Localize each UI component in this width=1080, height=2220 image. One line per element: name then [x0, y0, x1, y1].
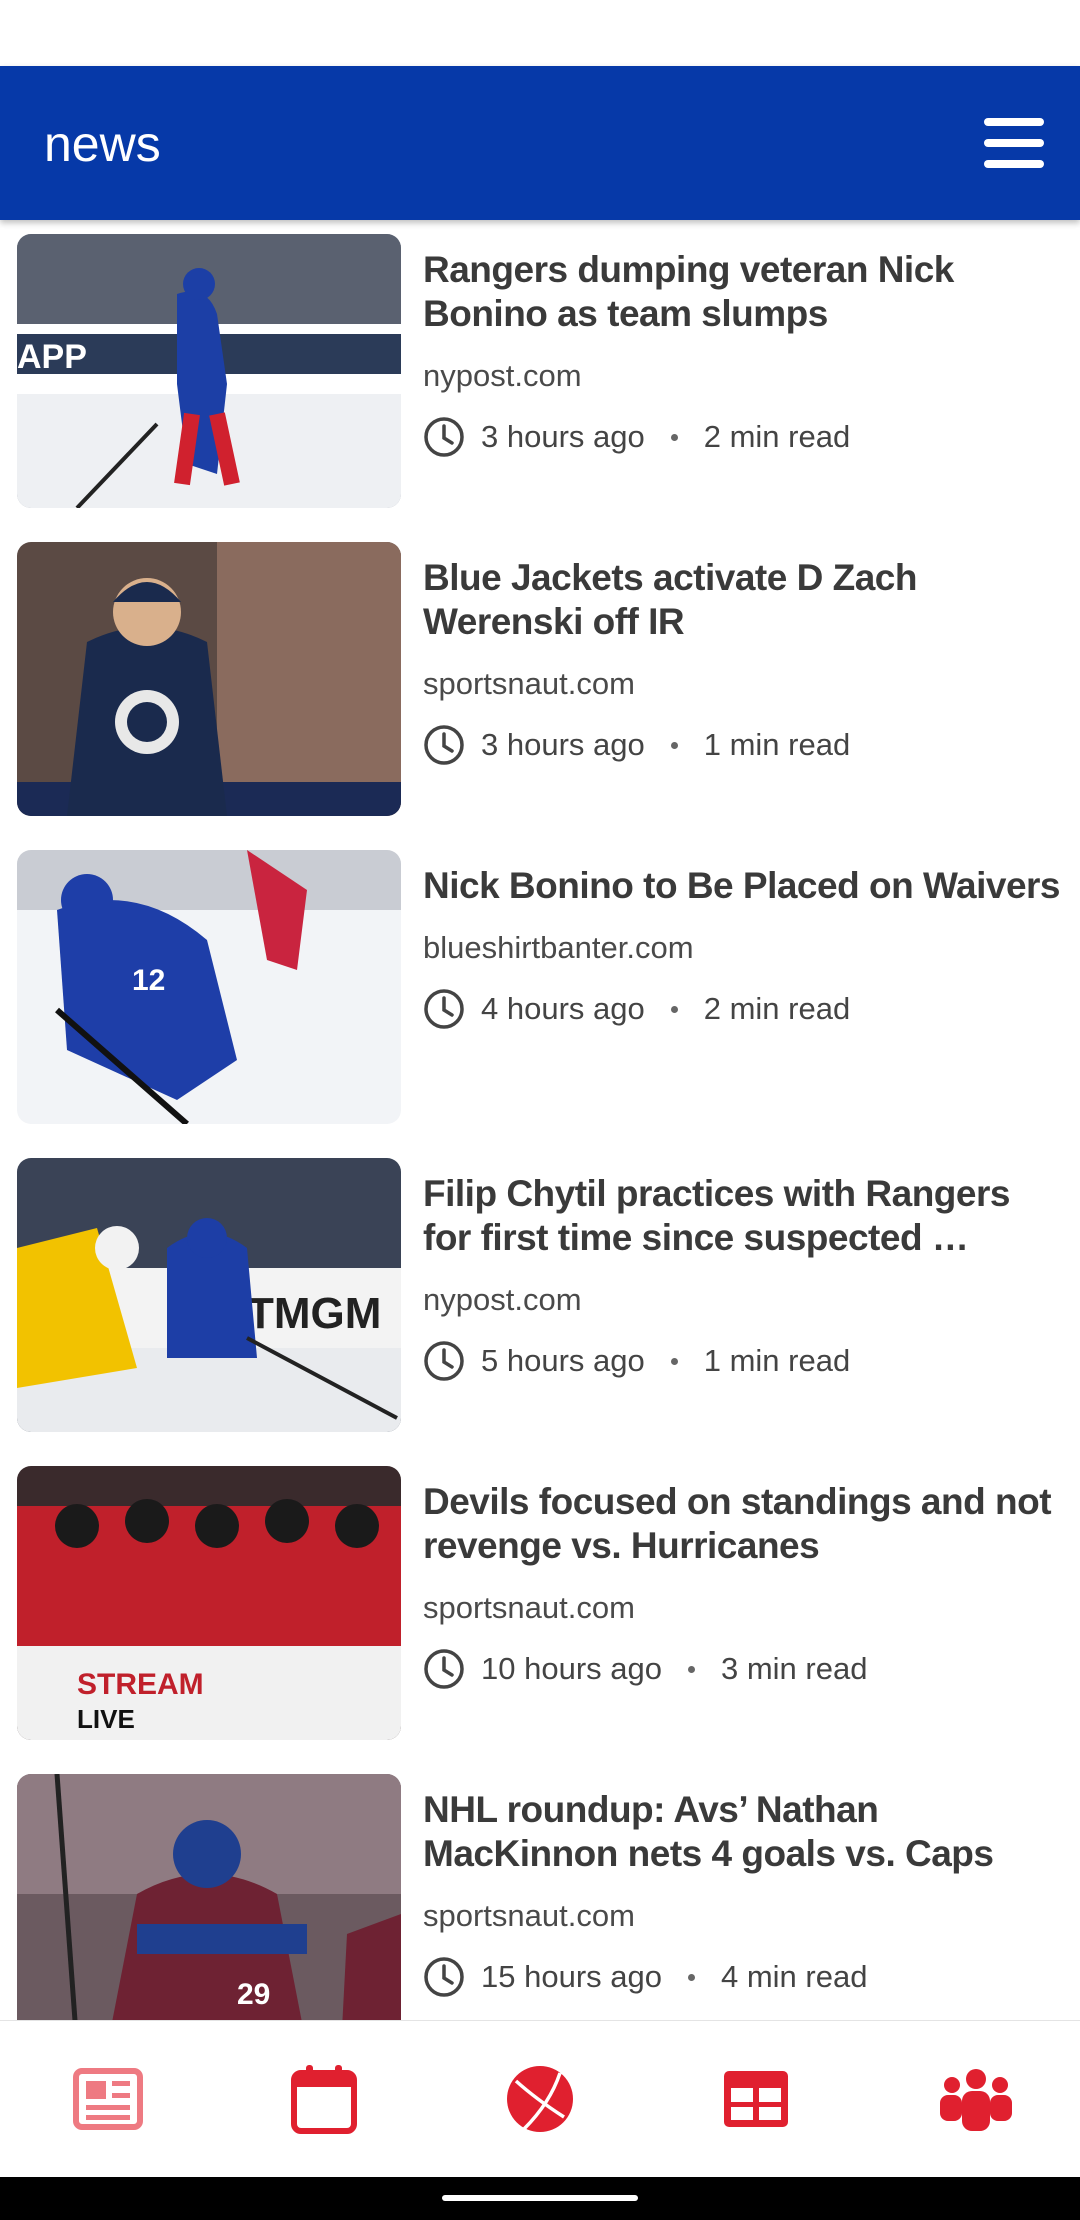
- home-gesture-handle[interactable]: [442, 2195, 638, 2201]
- news-card[interactable]: Blue Jackets activate D Zach Werenski of…: [0, 528, 1080, 816]
- nav-scores[interactable]: [502, 2061, 578, 2137]
- nav-schedule[interactable]: [286, 2061, 362, 2137]
- article-headline: Rangers dumping veteran Nick Bonino as t…: [423, 249, 954, 334]
- article-meta: 4 hours ago 2 min read: [423, 986, 850, 1032]
- article-read-time: 1 min read: [703, 1343, 851, 1378]
- article-source: sportsnaut.com: [423, 1898, 635, 1933]
- newspaper-icon: [73, 2068, 143, 2130]
- article-read-time: 2 min read: [703, 991, 851, 1026]
- nav-news[interactable]: [70, 2061, 146, 2137]
- clock-icon: [424, 1957, 464, 1997]
- article-time: 3 hours ago: [481, 419, 645, 454]
- article-thumbnail: TMGM: [17, 1158, 401, 1432]
- system-navigation-bar: [0, 2176, 1080, 2220]
- news-card[interactable]: TMGM Filip Chytil practices with Rangers…: [0, 1144, 1080, 1432]
- article-meta: 15 hours ago 4 min read: [423, 1954, 867, 2000]
- nav-standings[interactable]: [718, 2061, 794, 2137]
- nav-teams[interactable]: [938, 2061, 1014, 2137]
- article-source: blueshirtbanter.com: [423, 930, 694, 965]
- article-time: 3 hours ago: [481, 727, 645, 762]
- article-time: 10 hours ago: [481, 1651, 662, 1686]
- separator-dot: [670, 1005, 678, 1013]
- svg-text:29: 29: [237, 1978, 270, 2011]
- article-read-time: 3 min read: [720, 1651, 868, 1686]
- clock-icon: [424, 989, 464, 1029]
- clock-icon: [424, 1341, 464, 1381]
- app-bar: news: [0, 66, 1080, 220]
- svg-text:LIVE: LIVE: [77, 1704, 135, 1734]
- article-thumbnail: 29: [17, 1774, 401, 2020]
- separator-dot: [670, 1357, 678, 1365]
- news-feed[interactable]: APP Rangers dumping veteran Nick Bonino …: [0, 220, 1080, 2020]
- separator-dot: [687, 1665, 695, 1673]
- news-card[interactable]: 12 Nick Bonino to Be Placed on Waivers b…: [0, 836, 1080, 1124]
- article-read-time: 1 min read: [703, 727, 851, 762]
- separator-dot: [687, 1973, 695, 1981]
- article-meta: 5 hours ago 1 min read: [423, 1338, 850, 1384]
- status-bar: [0, 0, 1080, 66]
- article-headline: Blue Jackets activate D Zach Werenski of…: [423, 557, 917, 642]
- hamburger-menu-icon[interactable]: [984, 116, 1044, 170]
- article-thumbnail: [17, 542, 401, 816]
- news-card[interactable]: APP Rangers dumping veteran Nick Bonino …: [0, 220, 1080, 508]
- svg-text:APP: APP: [17, 338, 87, 376]
- standings-grid-icon: [724, 2071, 788, 2127]
- ball-icon: [507, 2066, 573, 2132]
- article-source: nypost.com: [423, 358, 582, 393]
- svg-text:12: 12: [132, 964, 165, 997]
- bottom-navigation: [0, 2020, 1080, 2177]
- article-thumbnail: APP: [17, 234, 401, 508]
- article-headline: Devils focused on standings and not reve…: [423, 1481, 1052, 1566]
- svg-text:STREAM: STREAM: [77, 1668, 204, 1701]
- news-card[interactable]: 29 NHL roundup: Avs’ Nathan MacKinnon ne…: [0, 1760, 1080, 2020]
- svg-text:TMGM: TMGM: [247, 1289, 381, 1338]
- article-read-time: 2 min read: [703, 419, 851, 454]
- page-title: news: [44, 116, 161, 172]
- clock-icon: [424, 725, 464, 765]
- separator-dot: [670, 433, 678, 441]
- article-meta: 3 hours ago 1 min read: [423, 722, 850, 768]
- article-meta: 3 hours ago 2 min read: [423, 414, 850, 460]
- clock-icon: [424, 1649, 464, 1689]
- news-card[interactable]: STREAM LIVE Devils focused on standings …: [0, 1452, 1080, 1740]
- article-headline: NHL roundup: Avs’ Nathan MacKinnon nets …: [423, 1789, 994, 1874]
- article-thumbnail: 12: [17, 850, 401, 1124]
- article-source: nypost.com: [423, 1282, 582, 1317]
- article-time: 5 hours ago: [481, 1343, 645, 1378]
- clock-icon: [424, 417, 464, 457]
- article-headline: Filip Chytil practices with Rangers for …: [423, 1173, 1010, 1258]
- article-thumbnail: STREAM LIVE: [17, 1466, 401, 1740]
- article-read-time: 4 min read: [720, 1959, 868, 1994]
- article-headline: Nick Bonino to Be Placed on Waivers: [423, 865, 1061, 906]
- calendar-icon: [291, 2065, 357, 2134]
- article-time: 4 hours ago: [481, 991, 645, 1026]
- article-time: 15 hours ago: [481, 1959, 662, 1994]
- article-meta: 10 hours ago 3 min read: [423, 1646, 867, 1692]
- article-source: sportsnaut.com: [423, 666, 635, 701]
- article-source: sportsnaut.com: [423, 1590, 635, 1625]
- team-people-icon: [940, 2069, 1012, 2131]
- separator-dot: [670, 741, 678, 749]
